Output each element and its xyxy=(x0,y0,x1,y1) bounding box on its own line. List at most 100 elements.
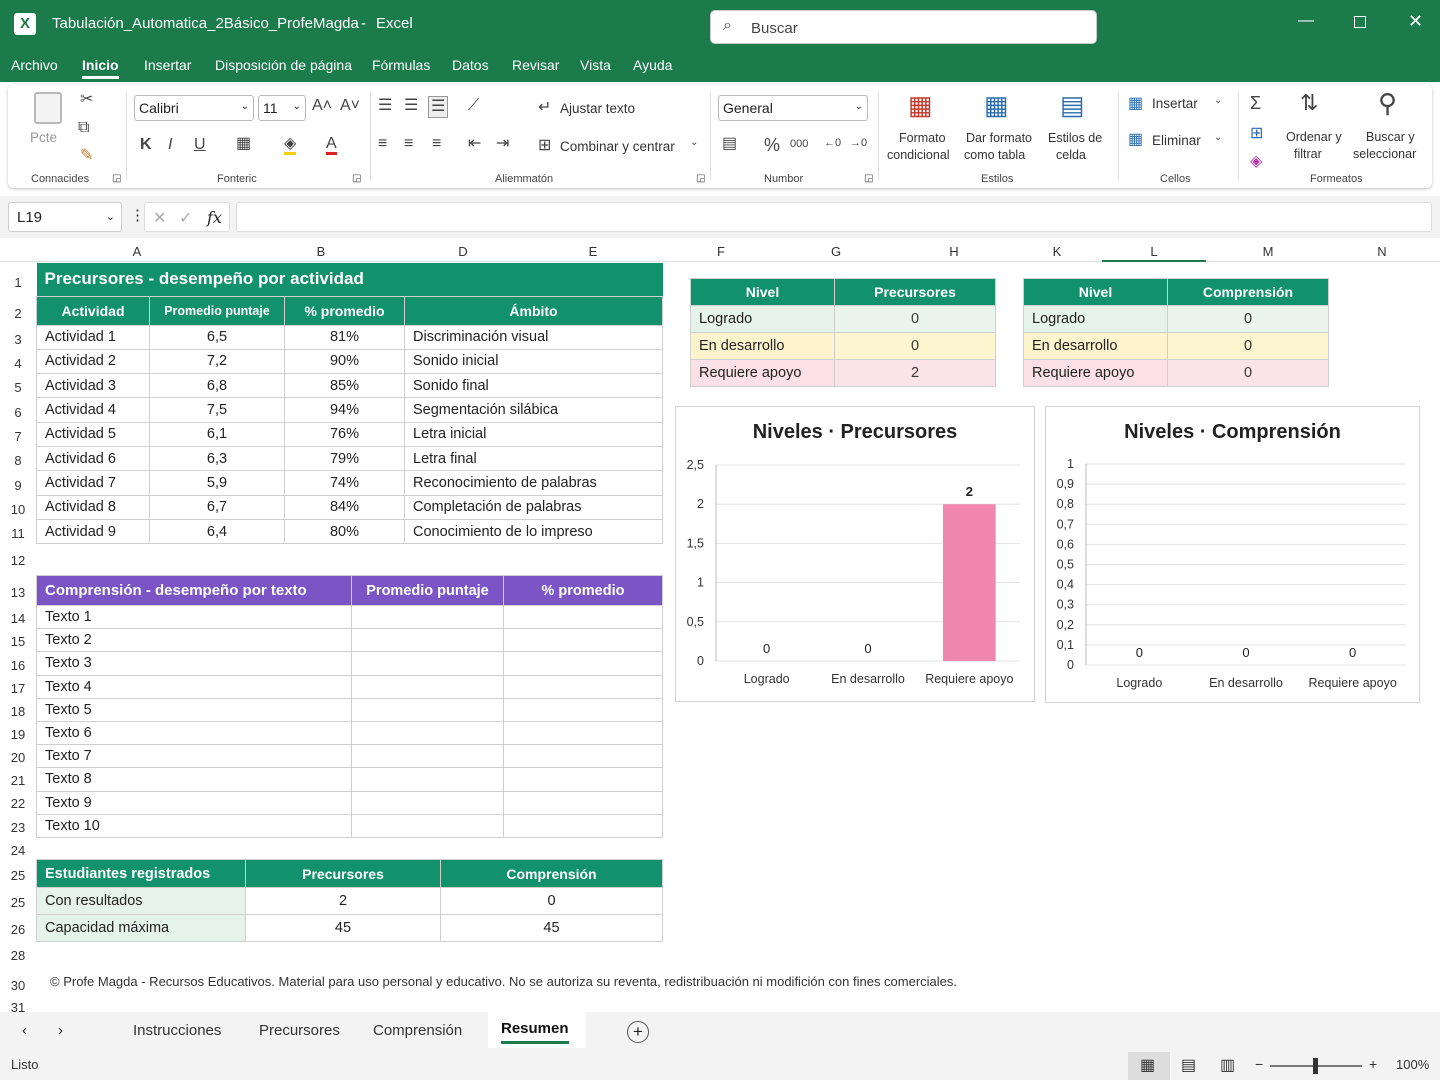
increase-font-icon[interactable]: A˄ xyxy=(312,98,332,114)
cell-precursores[interactable]: 45 xyxy=(245,914,441,942)
cell-promedio[interactable]: 6,8 xyxy=(149,373,285,399)
cell-porcentaje[interactable] xyxy=(503,813,663,838)
cell-texto[interactable]: Texto 9 xyxy=(36,790,352,815)
cell-promedio[interactable] xyxy=(351,767,504,792)
cell-porcentaje[interactable] xyxy=(503,790,663,815)
cell-promedio[interactable] xyxy=(351,813,504,838)
row-header[interactable]: 18 xyxy=(0,704,36,719)
cell-ambito[interactable]: Segmentación silábica xyxy=(404,397,663,423)
menu-ayuda[interactable]: Ayuda xyxy=(633,57,672,73)
bold-button[interactable]: K xyxy=(140,137,152,153)
cell-promedio[interactable] xyxy=(351,628,504,653)
row-header[interactable]: 15 xyxy=(0,634,36,649)
column-header[interactable]: K xyxy=(1012,240,1102,262)
cell-ambito[interactable]: Discriminación visual xyxy=(404,324,663,350)
cell-promedio[interactable] xyxy=(351,697,504,722)
header-nivel[interactable]: Nivel xyxy=(690,278,835,306)
merge-center-button[interactable]: Combinar y centrar xyxy=(560,139,675,154)
cell-nivel[interactable]: Logrado xyxy=(690,305,835,333)
dialog-launcher-icon[interactable]: ◲ xyxy=(696,174,705,184)
cell-promedio[interactable]: 7,2 xyxy=(149,348,285,375)
borders-icon[interactable]: ▦ xyxy=(236,136,251,152)
cell-porcentaje[interactable] xyxy=(503,628,663,653)
sheet-tab-instrucciones[interactable]: Instrucciones xyxy=(133,1022,221,1039)
header-precursores[interactable]: Precursores xyxy=(245,859,441,888)
chevron-down-icon[interactable]: ⌄ xyxy=(1214,133,1222,143)
header-promedio[interactable]: Promedio puntaje xyxy=(351,575,504,606)
sort-filter-label-2[interactable]: filtrar xyxy=(1294,147,1322,161)
decrease-decimal-icon[interactable]: →0 xyxy=(850,138,867,149)
chevron-down-icon[interactable]: ⌄ xyxy=(690,138,698,148)
cell-promedio[interactable] xyxy=(351,744,504,769)
cell-label[interactable]: Capacidad máxima xyxy=(36,914,246,942)
format-table-label-1[interactable]: Dar formato xyxy=(966,131,1032,145)
cell-porcentaje[interactable]: 84% xyxy=(284,494,405,520)
close-icon[interactable]: ✕ xyxy=(1408,11,1423,32)
cell-porcentaje[interactable] xyxy=(503,767,663,792)
column-header[interactable]: H xyxy=(896,240,1012,262)
sort-filter-icon[interactable]: ⇅ xyxy=(1300,92,1318,114)
header-porcentaje[interactable]: % promedio xyxy=(503,575,663,606)
cell-nivel[interactable]: Logrado xyxy=(1023,305,1168,333)
formula-input[interactable] xyxy=(236,202,1432,232)
cell-styles-label-1[interactable]: Estilos de xyxy=(1048,131,1102,145)
cell-texto[interactable]: Texto 6 xyxy=(36,720,352,746)
row-header[interactable]: 4 xyxy=(0,356,36,371)
cell-valor[interactable]: 0 xyxy=(1167,332,1329,360)
cell-nivel[interactable]: Requiere apoyo xyxy=(1023,359,1168,387)
row-header[interactable]: 16 xyxy=(0,658,36,673)
cell-porcentaje[interactable]: 80% xyxy=(284,518,405,545)
enter-icon[interactable]: ✓ xyxy=(179,208,192,228)
delete-cells-button[interactable]: Eliminar xyxy=(1152,133,1201,148)
column-header[interactable]: B xyxy=(236,240,406,262)
decrease-indent-icon[interactable]: ⇤ xyxy=(468,136,481,152)
row-header[interactable]: 22 xyxy=(0,796,36,811)
row-header[interactable]: 6 xyxy=(0,405,36,420)
align-right-icon[interactable]: ≡ xyxy=(432,136,441,152)
cell-promedio[interactable] xyxy=(351,790,504,815)
cell-promedio[interactable] xyxy=(351,651,504,676)
cell-valor[interactable]: 0 xyxy=(1167,359,1329,387)
row-header[interactable]: 13 xyxy=(0,585,36,600)
format-painter-icon[interactable]: ✎ xyxy=(80,148,93,164)
cell-porcentaje[interactable] xyxy=(503,697,663,722)
column-header[interactable]: D xyxy=(406,240,520,262)
cell-actividad[interactable]: Actividad 8 xyxy=(36,494,150,520)
cell-promedio[interactable]: 6,7 xyxy=(149,494,285,520)
number-format-select[interactable]: General ⌄ xyxy=(718,95,868,121)
cell-promedio[interactable]: 6,1 xyxy=(149,421,285,447)
row-header[interactable]: 30 xyxy=(0,978,36,993)
normal-view-icon[interactable]: ▦ xyxy=(1140,1055,1155,1075)
header-comprension[interactable]: Comprensión - desempeño por texto xyxy=(36,575,352,606)
font-color-icon[interactable]: A xyxy=(326,136,337,155)
cell-porcentaje[interactable] xyxy=(503,674,663,699)
cell-actividad[interactable]: Actividad 5 xyxy=(36,421,150,447)
cell-promedio[interactable]: 7,5 xyxy=(149,397,285,423)
row-header[interactable]: 3 xyxy=(0,332,36,347)
cell-nivel[interactable]: En desarrollo xyxy=(690,332,835,360)
page-layout-icon[interactable]: ▤ xyxy=(1181,1055,1196,1075)
row-header[interactable]: 1 xyxy=(0,275,36,290)
row-header[interactable]: 9 xyxy=(0,478,36,493)
column-header[interactable]: N xyxy=(1330,240,1434,262)
cell-texto[interactable]: Texto 8 xyxy=(36,767,352,792)
cell-valor[interactable]: 0 xyxy=(1167,305,1329,333)
cut-icon[interactable]: ✂ xyxy=(80,92,93,108)
dialog-launcher-icon[interactable]: ◲ xyxy=(112,174,121,184)
cell-precursores[interactable]: 2 xyxy=(245,887,441,915)
cell-texto[interactable]: Texto 7 xyxy=(36,744,352,769)
cell-promedio[interactable]: 6,3 xyxy=(149,445,285,472)
underline-button[interactable]: U xyxy=(194,137,206,153)
cell-texto[interactable]: Texto 5 xyxy=(36,697,352,722)
cell-porcentaje[interactable] xyxy=(503,651,663,676)
row-header[interactable]: 25 xyxy=(0,868,36,883)
cell-nivel[interactable]: En desarrollo xyxy=(1023,332,1168,360)
clear-icon[interactable]: ◈ xyxy=(1250,154,1262,170)
row-header[interactable]: 2 xyxy=(0,306,36,321)
cell-porcentaje[interactable]: 79% xyxy=(284,445,405,472)
cell-comprension[interactable]: 45 xyxy=(440,914,663,942)
font-size-select[interactable]: 11 ⌄ xyxy=(258,95,306,121)
cell-actividad[interactable]: Actividad 7 xyxy=(36,470,150,496)
find-select-label-2[interactable]: seleccionar xyxy=(1353,147,1416,161)
row-header[interactable]: 17 xyxy=(0,681,36,696)
